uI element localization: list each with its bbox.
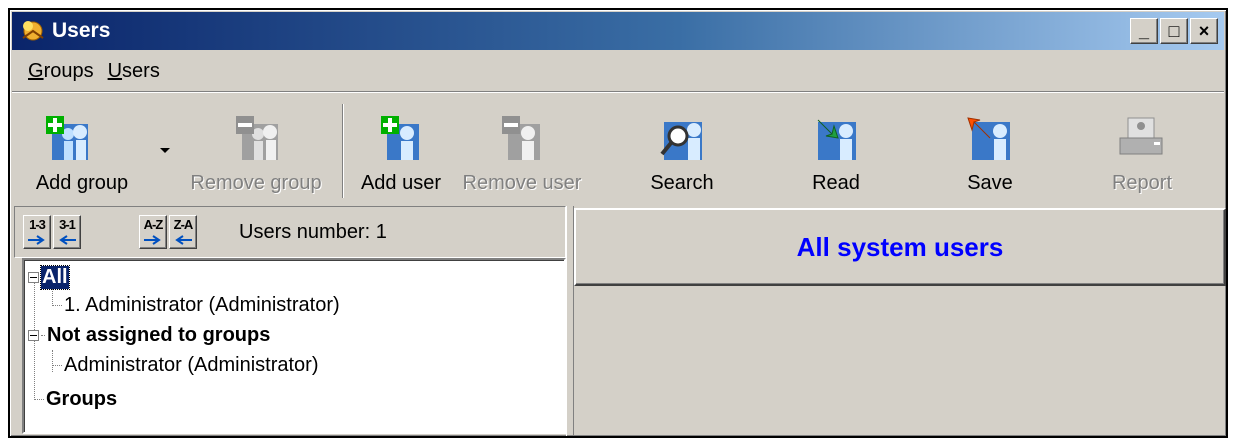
collapse-icon[interactable] xyxy=(28,329,39,341)
tree-node-all-label: All xyxy=(40,264,70,290)
report-button[interactable]: Report xyxy=(1092,102,1192,202)
search-icon xyxy=(660,122,702,160)
report-label: Report xyxy=(1111,172,1173,194)
close-icon: × xyxy=(1198,21,1210,41)
sort-name-asc-label: A-Z xyxy=(143,217,164,232)
users-window: Users _ □ × Groups Users Add group Remov… xyxy=(8,8,1228,438)
add-user-icon xyxy=(381,116,419,160)
sort-name-desc-button[interactable]: Z-A xyxy=(169,215,197,249)
menu-groups-accel: G xyxy=(28,60,44,82)
tree-node-groups[interactable]: Groups xyxy=(34,384,117,414)
sort-number-asc-label: 1-3 xyxy=(29,217,46,232)
tree-line xyxy=(52,364,62,366)
toolbar: Add group Remove group Add user Remove u… xyxy=(12,96,1224,208)
read-icon xyxy=(817,119,856,160)
sort-bar: 1-3 3-1 A-Z Z-A Users number: 1 xyxy=(14,206,566,258)
sort-number-desc-label: 3-1 xyxy=(59,217,76,232)
sort-number-asc-button[interactable]: 1-3 xyxy=(23,215,51,249)
minimize-button[interactable]: _ xyxy=(1130,18,1158,44)
pane-splitter[interactable] xyxy=(566,206,574,436)
add-group-label: Add group xyxy=(35,172,129,194)
menu-users[interactable]: Users xyxy=(108,60,160,83)
tree-node-not-assigned-label: Not assigned to groups xyxy=(47,323,271,346)
add-group-icon xyxy=(46,116,88,160)
arrow-left-icon xyxy=(59,235,76,245)
add-user-button[interactable]: Add user xyxy=(350,102,452,202)
arrow-right-icon xyxy=(28,235,45,245)
menu-users-label: sers xyxy=(122,60,160,82)
window-title: Users xyxy=(52,19,111,42)
details-header: All system users xyxy=(574,208,1226,286)
tree-node-administrator-label: 1. Administrator (Administrator) xyxy=(64,293,340,316)
users-tree-pane: 1-3 3-1 A-Z Z-A Users number: 1 All 1. A… xyxy=(14,206,566,436)
report-icon xyxy=(1119,117,1163,155)
search-button[interactable]: Search xyxy=(632,102,732,202)
tree-node-groups-label: Groups xyxy=(46,387,118,410)
remove-group-label: Remove group xyxy=(190,172,322,194)
add-group-button[interactable]: Add group xyxy=(22,102,142,202)
save-button[interactable]: Save xyxy=(940,102,1040,202)
remove-user-icon xyxy=(502,116,540,160)
menu-groups-label: roups xyxy=(43,60,94,82)
search-label: Search xyxy=(650,172,714,194)
remove-user-button[interactable]: Remove user xyxy=(452,102,592,202)
toolbar-separator xyxy=(342,104,344,198)
maximize-button[interactable]: □ xyxy=(1160,18,1188,44)
menu-users-accel: U xyxy=(107,60,123,82)
tree-node-unassigned-administrator[interactable]: Administrator (Administrator) xyxy=(52,350,319,380)
remove-user-label: Remove user xyxy=(462,172,582,194)
chevron-down-icon[interactable] xyxy=(160,148,170,153)
read-button[interactable]: Read xyxy=(786,102,886,202)
users-app-icon xyxy=(22,21,44,41)
sort-name-asc-button[interactable]: A-Z xyxy=(139,215,167,249)
read-label: Read xyxy=(812,172,860,194)
minimize-icon: _ xyxy=(1138,21,1149,41)
save-icon xyxy=(967,117,1010,160)
close-button[interactable]: × xyxy=(1190,18,1218,44)
maximize-icon: □ xyxy=(1168,21,1180,41)
window-controls: _ □ × xyxy=(1130,18,1218,44)
collapse-icon[interactable] xyxy=(28,271,39,283)
tree-node-administrator[interactable]: 1. Administrator (Administrator) xyxy=(52,290,340,320)
tree-node-all[interactable]: All xyxy=(28,262,70,292)
arrow-left-icon xyxy=(175,235,192,245)
tree-line xyxy=(52,304,62,306)
tree-node-not-assigned[interactable]: Not assigned to groups xyxy=(28,320,270,350)
menu-bar: Groups Users xyxy=(12,52,1224,92)
details-title: All system users xyxy=(796,231,1004,262)
arrow-right-icon xyxy=(144,235,161,245)
sort-number-desc-button[interactable]: 3-1 xyxy=(53,215,81,249)
menu-groups[interactable]: Groups xyxy=(28,60,94,83)
sort-name-desc-label: Z-A xyxy=(173,217,194,232)
remove-group-icon xyxy=(236,116,278,160)
users-number: Users number: 1 xyxy=(239,221,387,243)
tree-line xyxy=(34,398,44,400)
save-label: Save xyxy=(967,172,1013,194)
title-bar[interactable]: Users _ □ × xyxy=(12,12,1224,50)
tree-node-unassigned-administrator-label: Administrator (Administrator) xyxy=(64,353,319,376)
add-user-label: Add user xyxy=(360,172,442,194)
details-pane: All system users xyxy=(574,206,1226,436)
tree-line xyxy=(41,334,45,336)
users-tree[interactable]: All 1. Administrator (Administrator) Not… xyxy=(22,258,566,434)
remove-group-button[interactable]: Remove group xyxy=(180,102,332,202)
